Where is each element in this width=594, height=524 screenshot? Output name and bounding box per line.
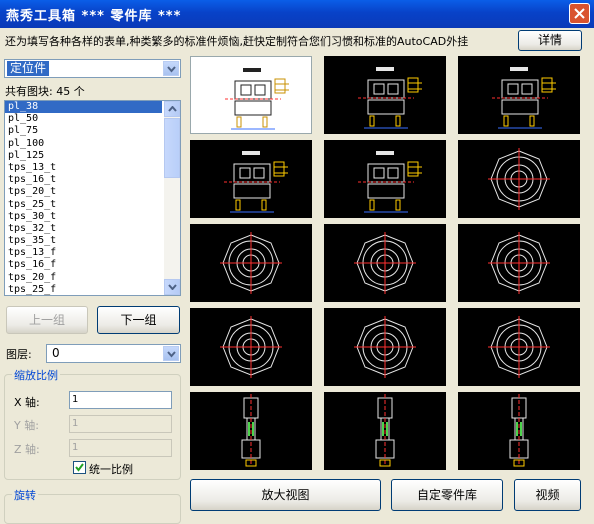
chevron-down-icon (167, 351, 176, 358)
round-locator-drawing (488, 148, 550, 210)
locating-block-drawing (225, 68, 289, 130)
y-scale-input[interactable]: 1 (69, 415, 172, 433)
preview-tile[interactable] (190, 56, 312, 134)
preview-tile[interactable] (190, 308, 312, 386)
zoom-view-button[interactable]: 放大视图 (190, 479, 381, 511)
list-item[interactable]: tps_13_t (5, 162, 162, 174)
list-item[interactable]: pl_50 (5, 113, 162, 125)
list-item[interactable]: tps_13_f (5, 247, 162, 259)
locating-block-drawing (358, 67, 422, 129)
round-locator-drawing (354, 232, 416, 294)
layer-dropdown-arrow[interactable] (163, 346, 179, 361)
list-item[interactable]: tps_16_f (5, 259, 162, 271)
list-item[interactable]: tps_20_f (5, 272, 162, 284)
uniform-scale-checkbox[interactable] (73, 461, 86, 474)
checkmark-icon (75, 463, 84, 472)
list-item[interactable]: pl_100 (5, 138, 162, 150)
locating-block-drawing (492, 67, 556, 129)
list-item[interactable]: pl_75 (5, 125, 162, 137)
round-locator-drawing (220, 316, 282, 378)
block-count: 共有图块: 45 个 (5, 85, 85, 98)
z-scale-input[interactable]: 1 (69, 439, 172, 457)
next-group-button[interactable]: 下一组 (97, 306, 180, 334)
pin-assembly-drawing (375, 394, 395, 467)
round-locator-drawing (488, 316, 550, 378)
uniform-scale-label: 统一比例 (89, 463, 133, 476)
chevron-down-icon (167, 66, 176, 73)
close-icon (574, 8, 585, 19)
scroll-down-button[interactable] (164, 279, 180, 295)
list-item[interactable]: pl_125 (5, 150, 162, 162)
list-item[interactable]: tps_30_t (5, 211, 162, 223)
round-locator-drawing (220, 232, 282, 294)
window-title: 燕秀工具箱 *** 零件库 *** (6, 9, 182, 24)
close-button[interactable] (569, 3, 590, 24)
scroll-thumb[interactable] (164, 118, 180, 178)
preview-tile[interactable] (458, 308, 580, 386)
locating-block-drawing (224, 151, 288, 213)
list-item[interactable]: pl_38 (5, 101, 162, 114)
round-locator-drawing (488, 232, 550, 294)
z-axis-label: Z 轴: (14, 443, 40, 456)
details-button[interactable]: 详情 (518, 30, 582, 51)
preview-tile[interactable] (458, 140, 580, 218)
preview-tile[interactable] (324, 140, 446, 218)
layer-select[interactable]: 0 (46, 344, 181, 363)
category-dropdown-arrow[interactable] (163, 61, 179, 76)
preview-tile[interactable] (324, 224, 446, 302)
x-scale-input[interactable]: 1 (69, 391, 172, 409)
promo-notice: 还为填写各种各样的表单,种类繁多的标准件烦恼,赶快定制符合您们习惯和标准的Aut… (5, 35, 469, 48)
list-item[interactable]: tps_16_t (5, 174, 162, 186)
list-item[interactable]: tps_20_t (5, 186, 162, 198)
list-item[interactable]: tps_25_t (5, 199, 162, 211)
y-axis-label: Y 轴: (14, 419, 39, 432)
preview-tile[interactable] (458, 392, 580, 470)
prev-group-button[interactable]: 上一组 (6, 306, 88, 334)
locating-block-drawing (358, 151, 422, 213)
layer-label: 图层: (6, 348, 32, 361)
round-locator-drawing (354, 316, 416, 378)
preview-tile[interactable] (324, 56, 446, 134)
preview-tile[interactable] (190, 224, 312, 302)
part-list[interactable]: pl_38 pl_50 pl_75 pl_100 pl_125 tps_13_t tps_1… (4, 100, 181, 296)
category-select[interactable]: 定位件 (4, 59, 181, 78)
list-item[interactable]: tps_32_t (5, 223, 162, 235)
part-list-scrollbar[interactable] (164, 101, 180, 295)
preview-tile[interactable] (190, 392, 312, 470)
list-item[interactable]: tps_35_t (5, 235, 162, 247)
rotate-group-title: 旋转 (12, 487, 38, 503)
title-bar: 燕秀工具箱 *** 零件库 *** (0, 0, 594, 28)
custom-library-button[interactable]: 自定零件库 (391, 479, 503, 511)
preview-tile[interactable] (324, 308, 446, 386)
scroll-up-button[interactable] (164, 101, 180, 117)
preview-tile[interactable] (458, 224, 580, 302)
list-item[interactable]: tps_25_f (5, 284, 162, 295)
pin-assembly-drawing (509, 394, 529, 467)
category-value: 定位件 (7, 61, 50, 76)
scale-group-title: 缩放比例 (12, 367, 60, 383)
preview-tile[interactable] (190, 140, 312, 218)
layer-value: 0 (52, 346, 60, 360)
chevron-down-icon (168, 284, 177, 290)
chevron-up-icon (168, 106, 177, 112)
pin-assembly-drawing (241, 394, 261, 467)
preview-tile[interactable] (324, 392, 446, 470)
x-axis-label: X 轴: (14, 396, 40, 409)
preview-tile[interactable] (458, 56, 580, 134)
video-button[interactable]: 视频 (514, 479, 581, 511)
